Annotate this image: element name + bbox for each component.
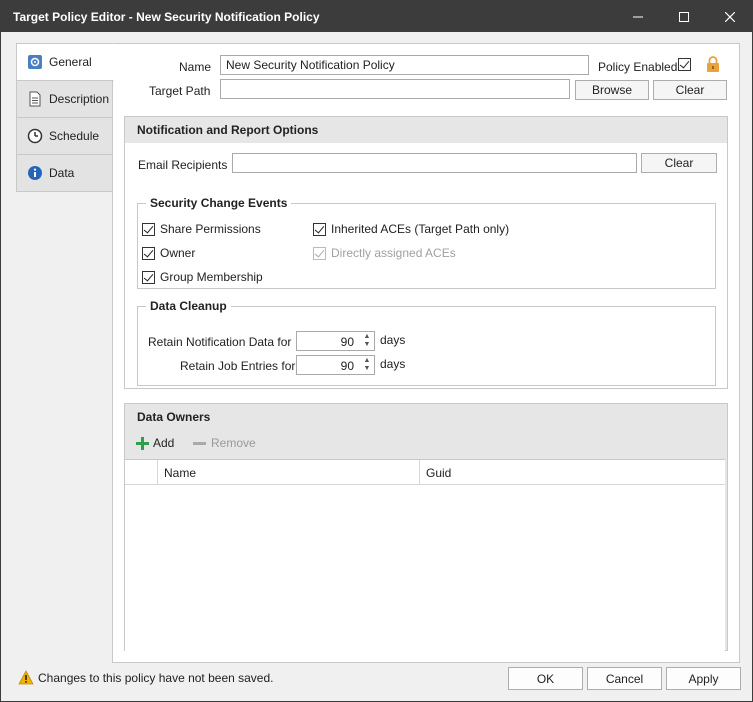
target-path-input[interactable] [220,79,570,99]
grid-column-name[interactable]: Name [164,466,196,480]
notification-panel: Notification and Report Options Email Re… [124,116,728,389]
cancel-button[interactable]: Cancel [587,667,662,690]
tab-strip: General Description Schedule Data [16,43,114,192]
maximize-button[interactable] [661,1,707,32]
retain-notification-stepper[interactable]: 90 ▲ ▼ [296,331,375,351]
apply-button[interactable]: Apply [666,667,741,690]
retain-notification-value: 90 [340,335,354,349]
add-owner-button[interactable]: Add [136,436,174,450]
minimize-button[interactable] [615,1,661,32]
tab-schedule[interactable]: Schedule [16,117,113,155]
policy-enabled-label: Policy Enabled [598,60,678,74]
retain-jobs-days: days [380,357,406,371]
clear-target-path-button[interactable]: Clear [653,80,727,100]
checkbox-box [142,222,155,236]
stepper-arrows-icon[interactable]: ▲ ▼ [362,333,372,349]
grid-column-guid[interactable]: Guid [426,466,451,480]
general-tab-content: Name New Security Notification Policy Po… [112,43,740,663]
group-membership-label: Group Membership [160,270,263,284]
general-icon [27,54,43,70]
owner-label: Owner [160,246,196,260]
checkbox-box [313,222,326,236]
retain-jobs-stepper[interactable]: 90 ▲ ▼ [296,355,375,375]
add-owner-label: Add [153,436,175,450]
unsaved-warning-text: Changes to this policy have not been sav… [38,670,274,685]
remove-owner-button[interactable]: Remove [193,436,256,450]
data-owners-grid[interactable]: Name Guid [125,459,725,651]
document-icon [27,91,43,107]
directly-assigned-aces-checkbox[interactable]: Directly assigned ACEs [313,246,456,260]
window-title: Target Policy Editor - New Security Noti… [13,10,320,24]
info-icon [27,165,43,181]
ok-button[interactable]: OK [508,667,583,690]
checkbox-box [313,246,326,260]
retain-notification-label: Retain Notification Data for [148,335,292,349]
close-button[interactable] [707,1,753,32]
policy-enabled-checkbox[interactable] [678,58,691,71]
inherited-aces-checkbox[interactable]: Inherited ACEs (Target Path only) [313,222,509,236]
retain-notification-days: days [380,333,406,347]
close-icon [725,11,735,22]
checkbox-box [142,270,155,284]
inherited-aces-label: Inherited ACEs (Target Path only) [331,222,510,236]
stepper-arrows-icon[interactable]: ▲ ▼ [362,357,372,373]
minimize-icon [633,16,643,17]
unsaved-warning: Changes to this policy have not been sav… [18,670,274,685]
notification-panel-header: Notification and Report Options [125,117,727,143]
data-cleanup-title: Data Cleanup [146,299,231,313]
remove-owner-label: Remove [211,436,256,450]
grid-header-row: Name Guid [125,460,725,485]
checkbox-box [678,58,691,71]
security-change-events-title: Security Change Events [146,196,292,210]
directly-assigned-aces-label: Directly assigned ACEs [331,246,456,260]
group-membership-checkbox[interactable]: Group Membership [142,270,263,284]
minus-icon [193,441,206,445]
owner-checkbox[interactable]: Owner [142,246,195,260]
title-bar[interactable]: Target Policy Editor - New Security Noti… [1,1,752,32]
target-path-label: Target Path [149,84,211,98]
data-owners-panel: Data Owners Add Remove Name Guid [124,403,728,651]
tab-general-label: General [49,55,92,69]
clock-icon [27,128,43,144]
browse-button[interactable]: Browse [575,80,649,100]
email-recipients-label: Email Recipients [138,158,228,172]
plus-icon [136,436,149,450]
lock-icon [706,56,720,76]
email-recipients-input[interactable] [232,153,637,173]
name-input[interactable]: New Security Notification Policy [220,55,589,75]
warning-icon [18,670,34,685]
policy-editor-window: Target Policy Editor - New Security Noti… [0,0,753,702]
share-permissions-label: Share Permissions [160,222,261,236]
retain-jobs-label: Retain Job Entries for [180,359,296,373]
tab-description-label: Description [49,92,110,106]
clear-email-button[interactable]: Clear [641,153,717,173]
tab-description[interactable]: Description [16,80,113,118]
maximize-icon [679,11,689,22]
name-label: Name [179,60,212,74]
retain-jobs-value: 90 [340,359,354,373]
tab-schedule-label: Schedule [49,129,100,143]
checkbox-box [142,246,155,260]
security-change-events-group: Security Change Events Share Permissions… [137,196,716,289]
data-owners-header: Data Owners [125,404,727,430]
data-cleanup-group: Data Cleanup Retain Notification Data fo… [137,299,716,386]
tab-general[interactable]: General [16,43,114,81]
share-permissions-checkbox[interactable]: Share Permissions [142,222,261,236]
tab-data[interactable]: Data [16,154,113,192]
tab-data-label: Data [49,166,75,180]
